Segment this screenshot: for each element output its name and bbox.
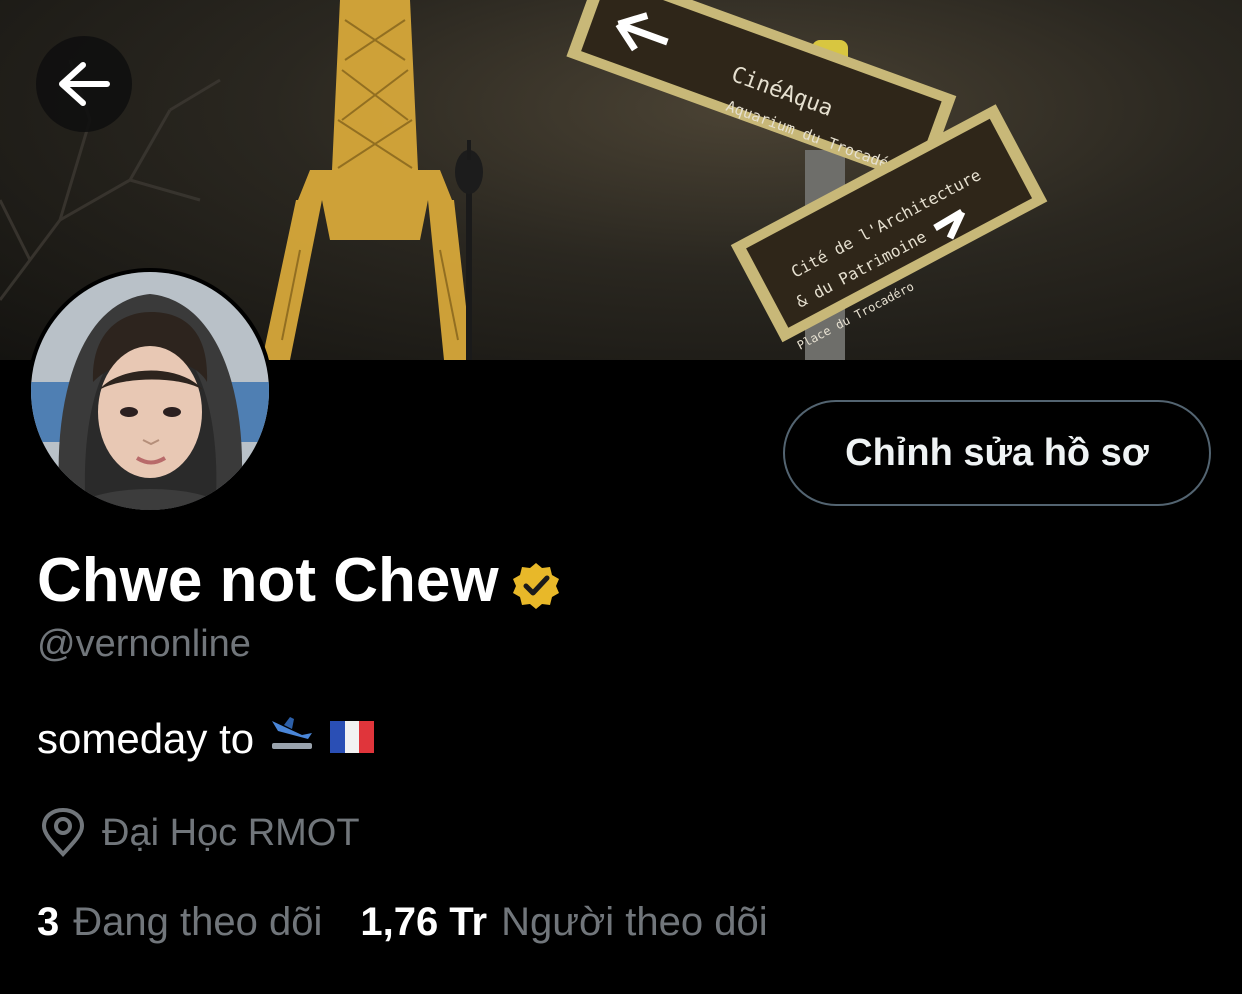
avatar-image — [31, 272, 269, 510]
profile-location: Đại Học RMOT — [40, 808, 360, 858]
followers-count: 1,76 Tr — [360, 900, 488, 944]
verified-badge-icon[interactable] — [511, 556, 561, 609]
display-name: Chwe not Chew — [37, 546, 499, 615]
bio-text: someday to — [37, 714, 255, 762]
france-flag-emoji — [330, 714, 375, 764]
follow-stats: 3 Đang theo dõi 1,76 Tr Người theo dõi — [37, 897, 768, 947]
profile-bio: someday to — [37, 713, 375, 764]
profile-avatar[interactable] — [27, 268, 273, 514]
following-link[interactable]: 3 Đang theo dõi — [37, 897, 322, 947]
display-name-row: Chwe not Chew — [37, 546, 561, 616]
airplane-landing-emoji — [268, 713, 316, 764]
location-text: Đại Học RMOT — [102, 812, 360, 854]
username-handle: @vernonline — [37, 623, 251, 665]
arrow-left-icon — [59, 62, 110, 106]
following-count: 3 — [37, 900, 60, 944]
followers-link[interactable]: 1,76 Tr Người theo dõi — [360, 897, 767, 947]
followers-label: Người theo dõi — [501, 900, 768, 944]
map-pin-icon — [41, 808, 85, 857]
following-label: Đang theo dõi — [73, 900, 323, 944]
edit-profile-button[interactable]: Chỉnh sửa hồ sơ — [783, 400, 1211, 506]
back-button[interactable] — [36, 36, 132, 132]
